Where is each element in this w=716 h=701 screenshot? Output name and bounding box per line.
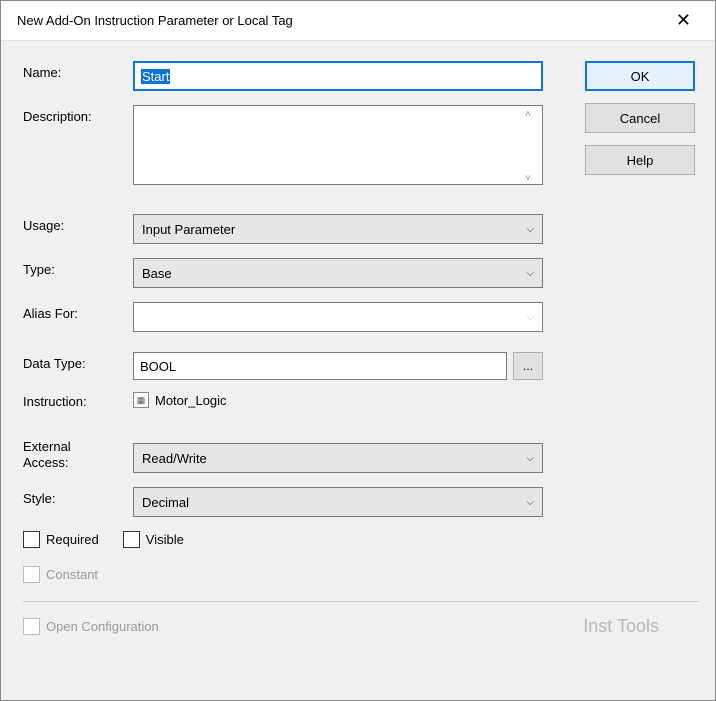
browse-datatype-button[interactable]: ... xyxy=(513,352,543,380)
required-label: Required xyxy=(46,532,99,547)
ok-button[interactable]: OK xyxy=(585,61,695,91)
label-datatype: Data Type: xyxy=(23,352,133,371)
checkbox-row: Required Visible xyxy=(23,531,699,548)
chevron-down-icon: ⌵ xyxy=(526,453,534,464)
open-config-checkbox-wrap: Open Configuration xyxy=(23,618,159,635)
type-select[interactable]: Base ⌵ xyxy=(133,258,543,288)
dialog-window: New Add-On Instruction Parameter or Loca… xyxy=(0,0,716,701)
label-type: Type: xyxy=(23,258,133,277)
open-config-checkbox xyxy=(23,618,40,635)
label-external-access: External Access: xyxy=(23,435,133,472)
dialog-body: OK Cancel Help Name: Start Description: xyxy=(1,41,715,649)
constant-checkbox xyxy=(23,566,40,583)
visible-checkbox[interactable] xyxy=(123,531,140,548)
constant-checkbox-wrap: Constant xyxy=(23,566,98,583)
window-title: New Add-On Instruction Parameter or Loca… xyxy=(17,13,293,28)
label-usage: Usage: xyxy=(23,214,133,233)
type-value: Base xyxy=(142,266,172,281)
style-select[interactable]: Decimal ⌵ xyxy=(133,487,543,517)
help-button[interactable]: Help xyxy=(585,145,695,175)
chevron-down-icon: ⌵ xyxy=(526,312,534,323)
row-type: Type: Base ⌵ xyxy=(23,258,699,288)
external-access-select[interactable]: Read/Write ⌵ xyxy=(133,443,543,473)
visible-checkbox-wrap[interactable]: Visible xyxy=(123,531,184,548)
usage-select[interactable]: Input Parameter ⌵ xyxy=(133,214,543,244)
chevron-down-icon: ⌵ xyxy=(526,224,534,235)
watermark: Inst Tools xyxy=(583,616,659,637)
constant-label: Constant xyxy=(46,567,98,582)
visible-label: Visible xyxy=(146,532,184,547)
row-alias: Alias For: ⌵ xyxy=(23,302,699,332)
alias-select[interactable]: ⌵ xyxy=(133,302,543,332)
label-name: Name: xyxy=(23,61,133,80)
label-style: Style: xyxy=(23,487,133,506)
row-datatype: Data Type: ... xyxy=(23,352,699,380)
row-instruction: Instruction: ▦ Motor_Logic xyxy=(23,390,699,409)
chevron-down-icon: ⌵ xyxy=(526,497,534,508)
instruction-icon: ▦ xyxy=(133,392,149,408)
footer-row: Open Configuration Inst Tools xyxy=(23,616,699,637)
label-alias: Alias For: xyxy=(23,302,133,321)
usage-value: Input Parameter xyxy=(142,222,235,237)
description-input[interactable] xyxy=(133,105,543,185)
separator xyxy=(23,601,699,602)
button-column: OK Cancel Help xyxy=(585,61,695,175)
datatype-input[interactable] xyxy=(133,352,507,380)
required-checkbox[interactable] xyxy=(23,531,40,548)
required-checkbox-wrap[interactable]: Required xyxy=(23,531,99,548)
row-usage: Usage: Input Parameter ⌵ xyxy=(23,214,699,244)
label-instruction: Instruction: xyxy=(23,390,133,409)
open-config-label: Open Configuration xyxy=(46,619,159,634)
label-description: Description: xyxy=(23,105,133,124)
name-input[interactable]: Start xyxy=(133,61,543,91)
instruction-value-wrap: ▦ Motor_Logic xyxy=(133,390,543,408)
style-value: Decimal xyxy=(142,495,189,510)
instruction-value: Motor_Logic xyxy=(155,393,227,408)
external-access-value: Read/Write xyxy=(142,451,207,466)
cancel-button[interactable]: Cancel xyxy=(585,103,695,133)
close-icon[interactable]: ✕ xyxy=(668,6,699,35)
titlebar: New Add-On Instruction Parameter or Loca… xyxy=(1,1,715,41)
chevron-down-icon: ⌵ xyxy=(526,268,534,279)
row-style: Style: Decimal ⌵ xyxy=(23,487,699,517)
name-input-value: Start xyxy=(141,69,170,84)
row-external-access: External Access: Read/Write ⌵ xyxy=(23,435,699,473)
constant-row: Constant xyxy=(23,566,699,583)
